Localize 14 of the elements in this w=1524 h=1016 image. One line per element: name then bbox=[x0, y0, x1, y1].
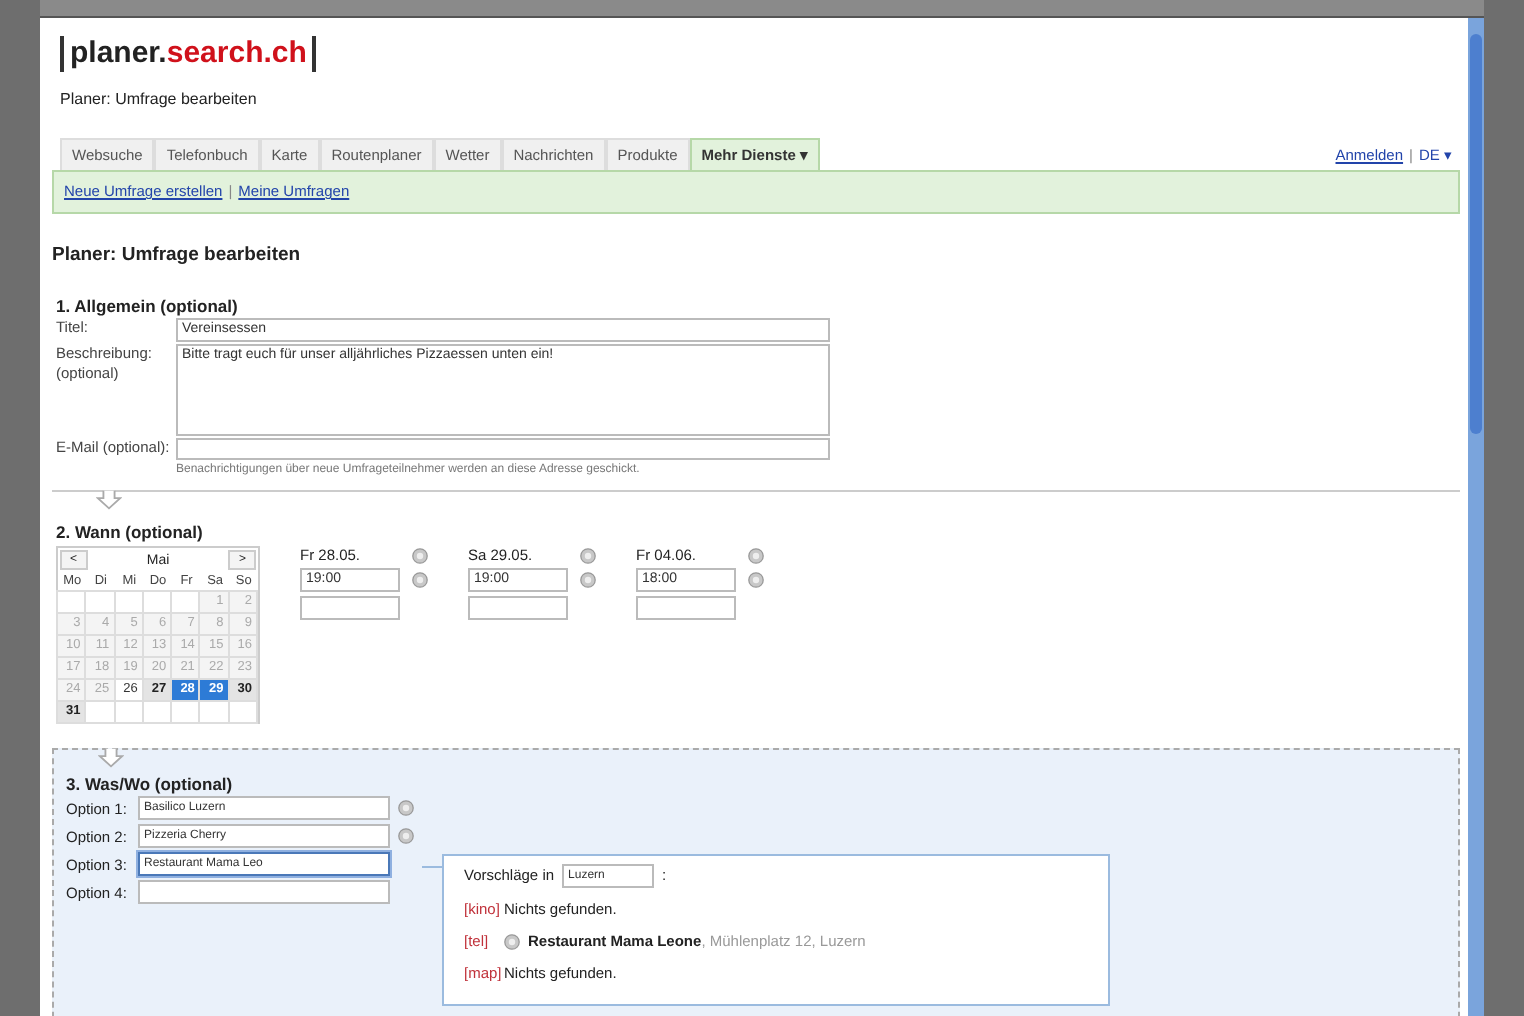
section-title: 3. Was/Wo (optional) bbox=[66, 774, 235, 794]
section-title: 1. Allgemein (optional) bbox=[56, 296, 240, 316]
scrollbar[interactable] bbox=[1468, 18, 1484, 1016]
add-icon[interactable] bbox=[504, 934, 520, 950]
time-field[interactable] bbox=[636, 596, 736, 620]
page-subtitle: Planer: Umfrage bearbeiten bbox=[60, 90, 259, 108]
logo[interactable]: planer.search.ch bbox=[60, 36, 317, 72]
page-heading: Planer: Umfrage bearbeiten bbox=[52, 244, 303, 266]
section-title: 2. Wann (optional) bbox=[56, 522, 205, 542]
option-field[interactable] bbox=[138, 880, 390, 904]
down-arrow-icon bbox=[96, 490, 122, 510]
input-field[interactable] bbox=[176, 438, 830, 460]
time-field[interactable] bbox=[468, 596, 568, 620]
time-field[interactable] bbox=[300, 596, 400, 620]
